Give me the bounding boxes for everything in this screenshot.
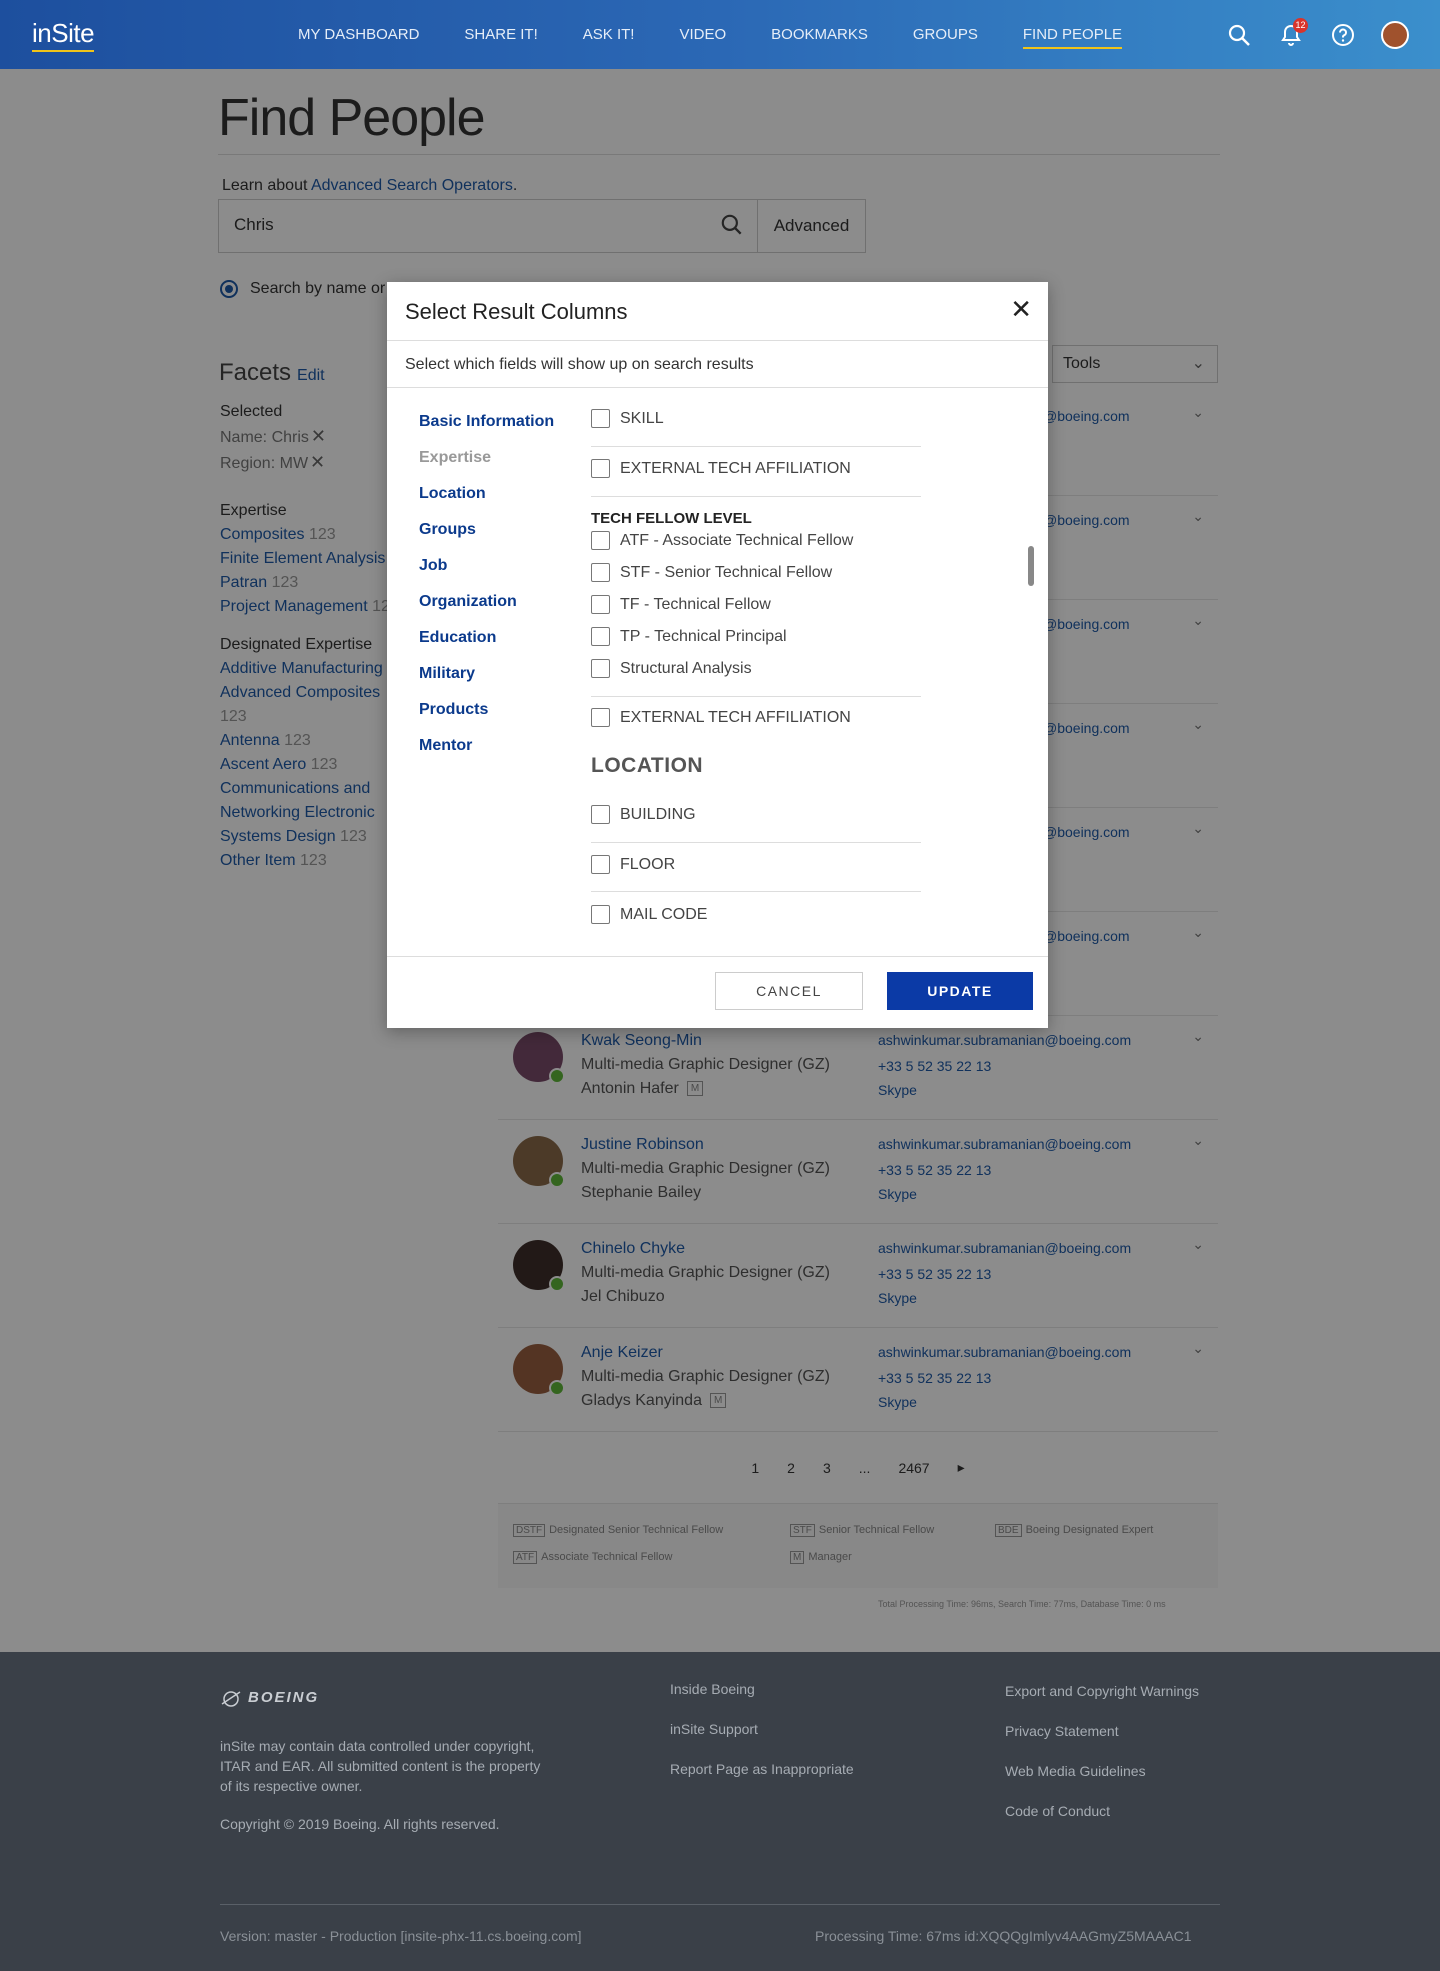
group-heading-tech-fellow-level: TECH FELLOW LEVEL [591,510,752,527]
top-nav-bar: inSite MY DASHBOARD SHARE IT! ASK IT! VI… [0,0,1440,69]
footer-divider [220,1904,1220,1905]
checkbox-structural-analysis[interactable]: Structural Analysis [591,659,752,678]
modal-title: Select Result Columns [405,299,628,324]
checkbox-label: ATF - Associate Technical Fellow [620,531,854,549]
footer-links-col1: Inside Boeing inSite Support Report Page… [670,1669,854,1789]
checkbox-label: TP - Technical Principal [620,627,787,645]
checkbox-icon[interactable] [591,627,610,646]
category-products[interactable]: Products [419,700,554,736]
checkbox-icon[interactable] [591,595,610,614]
checkbox-label: TF - Technical Fellow [620,595,771,613]
footer-version: Version: master - Production [insite-phx… [220,1928,582,1944]
checkbox-icon[interactable] [591,855,610,874]
site-footer: BOEING inSite may contain data controlle… [0,1652,1440,1971]
category-location[interactable]: Location [419,484,554,520]
checkbox-label: BUILDING [620,805,696,823]
divider [591,891,921,892]
checkbox-building[interactable]: BUILDING [591,805,696,824]
modal-scrollbar[interactable] [1028,546,1034,586]
modal-subtitle: Select which fields will show up on sear… [387,341,1048,388]
modal-header: Select Result Columns ✕ [387,282,1048,341]
checkbox-icon[interactable] [591,805,610,824]
header-icons: 12 [1202,0,1410,69]
checkbox-external-tech-affiliation-2[interactable]: EXTERNAL TECH AFFILIATION [591,708,851,727]
checkbox-icon[interactable] [591,409,610,428]
checkbox-icon[interactable] [591,708,610,727]
category-job[interactable]: Job [419,556,554,592]
notifications-bell-icon[interactable]: 12 [1276,17,1308,50]
footer-disclaimer: inSite may contain data controlled under… [220,1738,541,1794]
close-icon[interactable]: ✕ [1010,296,1032,322]
boeing-logo: BOEING [220,1688,319,1708]
section-heading-location: LOCATION [591,754,704,777]
footer-link[interactable]: inSite Support [670,1709,854,1749]
nav-ask-it[interactable]: ASK IT! [583,0,635,69]
footer-link[interactable]: Web Media Guidelines [1005,1751,1199,1791]
divider [591,496,921,497]
checkbox-external-tech-affiliation[interactable]: EXTERNAL TECH AFFILIATION [591,459,851,478]
checkbox-atf[interactable]: ATF - Associate Technical Fellow [591,531,853,550]
select-result-columns-modal: Select Result Columns ✕ Select which fie… [387,282,1048,1028]
main-nav: MY DASHBOARD SHARE IT! ASK IT! VIDEO BOO… [298,0,1167,69]
insite-logo[interactable]: inSite [32,18,95,52]
help-icon[interactable] [1328,20,1358,50]
checkbox-icon[interactable] [591,531,610,550]
footer-links-col2: Export and Copyright Warnings Privacy St… [1005,1671,1199,1831]
cancel-button[interactable]: CANCEL [715,972,863,1010]
checkbox-icon[interactable] [591,905,610,924]
category-organization[interactable]: Organization [419,592,554,628]
checkbox-label: STF - Senior Technical Fellow [620,563,833,581]
notification-count-badge: 12 [1293,17,1308,33]
checkbox-label: EXTERNAL TECH AFFILIATION [620,459,851,477]
modal-category-nav: Basic Information Expertise Location Gro… [419,412,554,772]
checkbox-mail-code[interactable]: MAIL CODE [591,905,707,924]
footer-link[interactable]: Inside Boeing [670,1669,854,1709]
checkbox-label: MAIL CODE [620,905,708,923]
category-basic-information[interactable]: Basic Information [419,412,554,448]
checkbox-label: FLOOR [620,855,676,873]
footer-copyright: Copyright © 2019 Boeing. All rights rese… [220,1816,500,1832]
checkbox-tp[interactable]: TP - Technical Principal [591,627,787,646]
category-groups[interactable]: Groups [419,520,554,556]
checkbox-stf[interactable]: STF - Senior Technical Fellow [591,563,832,582]
avatar-image [1381,20,1409,49]
footer-processing-time: Processing Time: 67ms id:XQQQgImlyv4AAGm… [815,1928,1192,1944]
nav-groups[interactable]: GROUPS [913,0,978,69]
nav-find-people[interactable]: FIND PEOPLE [1022,0,1123,69]
checkbox-label: EXTERNAL TECH AFFILIATION [620,708,851,726]
modal-footer: CANCEL UPDATE [387,956,1048,1028]
category-expertise[interactable]: Expertise [419,448,554,484]
category-education[interactable]: Education [419,628,554,664]
divider [591,446,921,447]
checkbox-tf[interactable]: TF - Technical Fellow [591,595,771,614]
boeing-logo-text: BOEING [248,1688,320,1706]
footer-link[interactable]: Report Page as Inappropriate [670,1749,854,1789]
divider [591,842,921,843]
nav-share-it[interactable]: SHARE IT! [464,0,537,69]
divider [591,696,921,697]
nav-bookmarks[interactable]: BOOKMARKS [771,0,868,69]
column-checkbox-list: SKILL EXTERNAL TECH AFFILIATION TECH FEL… [591,389,921,954]
checkbox-icon[interactable] [591,459,610,478]
checkbox-floor[interactable]: FLOOR [591,855,675,874]
checkbox-skill[interactable]: SKILL [591,409,664,428]
checkbox-label: SKILL [620,409,664,427]
checkbox-icon[interactable] [591,659,610,678]
footer-link[interactable]: Privacy Statement [1005,1711,1199,1751]
nav-my-dashboard[interactable]: MY DASHBOARD [298,0,419,69]
update-button[interactable]: UPDATE [887,972,1033,1010]
search-icon[interactable] [1224,20,1254,50]
user-avatar[interactable] [1380,20,1410,50]
checkbox-label: Structural Analysis [620,659,752,677]
category-military[interactable]: Military [419,664,554,700]
checkbox-icon[interactable] [591,563,610,582]
category-mentor[interactable]: Mentor [419,736,554,772]
footer-link[interactable]: Export and Copyright Warnings [1005,1671,1199,1711]
footer-link[interactable]: Code of Conduct [1005,1791,1199,1831]
nav-video[interactable]: VIDEO [679,0,726,69]
